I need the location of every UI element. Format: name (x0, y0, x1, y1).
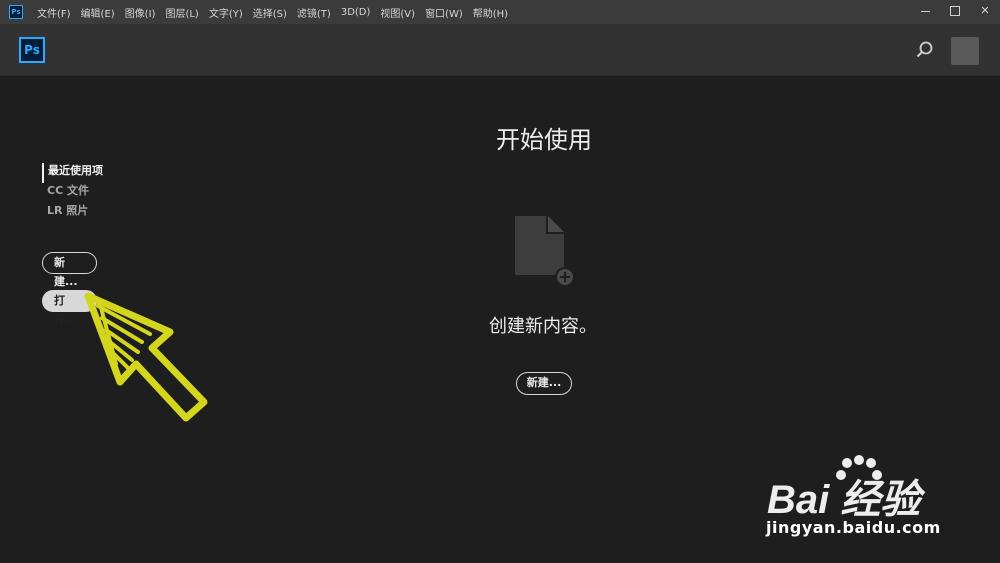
menu-3d[interactable]: 3D(D) (341, 7, 371, 18)
menu-bar: Ps 文件(F) 编辑(E) 图像(I) 图层(L) 文字(Y) 选择(S) 滤… (0, 0, 1000, 24)
menu-file[interactable]: 文件(F) (37, 5, 71, 20)
app-header: Ps (0, 24, 1000, 76)
svg-text:Bai 经验: Bai 经验 (767, 478, 926, 522)
menu-select[interactable]: 选择(S) (253, 5, 287, 20)
page-title: 开始使用 (496, 126, 592, 154)
menu-window[interactable]: 窗口(W) (425, 5, 463, 20)
menu-help[interactable]: 帮助(H) (473, 5, 508, 20)
sidebar-item-cc-files[interactable]: CC 文件 (42, 183, 103, 203)
create-new-text: 创建新内容。 (489, 316, 597, 337)
menu-type[interactable]: 文字(Y) (209, 5, 243, 20)
avatar[interactable] (951, 37, 979, 65)
maximize-icon[interactable] (940, 0, 970, 24)
sidebar-item-recent[interactable]: 最近使用项 (42, 163, 103, 183)
menu-layer[interactable]: 图层(L) (165, 5, 198, 20)
close-icon[interactable]: ✕ (970, 0, 1000, 24)
main-new-button[interactable]: 新建... (516, 372, 572, 395)
search-icon[interactable] (915, 40, 935, 60)
sidebar-new-button[interactable]: 新建... (42, 252, 97, 288)
menu-image[interactable]: 图像(I) (125, 5, 156, 20)
menu-edit[interactable]: 编辑(E) (81, 5, 115, 20)
window-controls: ✕ (910, 0, 1000, 24)
app-mini-logo: Ps (9, 5, 23, 19)
arrow-annotation (84, 292, 208, 422)
watermark-url: jingyan.baidu.com (766, 518, 941, 537)
app-logo: Ps (19, 37, 45, 63)
sidebar-item-lr-photos[interactable]: LR 照片 (42, 203, 103, 223)
file-add-icon[interactable] (512, 213, 576, 289)
minimize-icon[interactable] (910, 0, 940, 24)
sidebar-nav: 最近使用项 CC 文件 LR 照片 (42, 163, 103, 223)
menu-view[interactable]: 视图(V) (380, 5, 415, 20)
menu-filter[interactable]: 滤镜(T) (297, 5, 331, 20)
